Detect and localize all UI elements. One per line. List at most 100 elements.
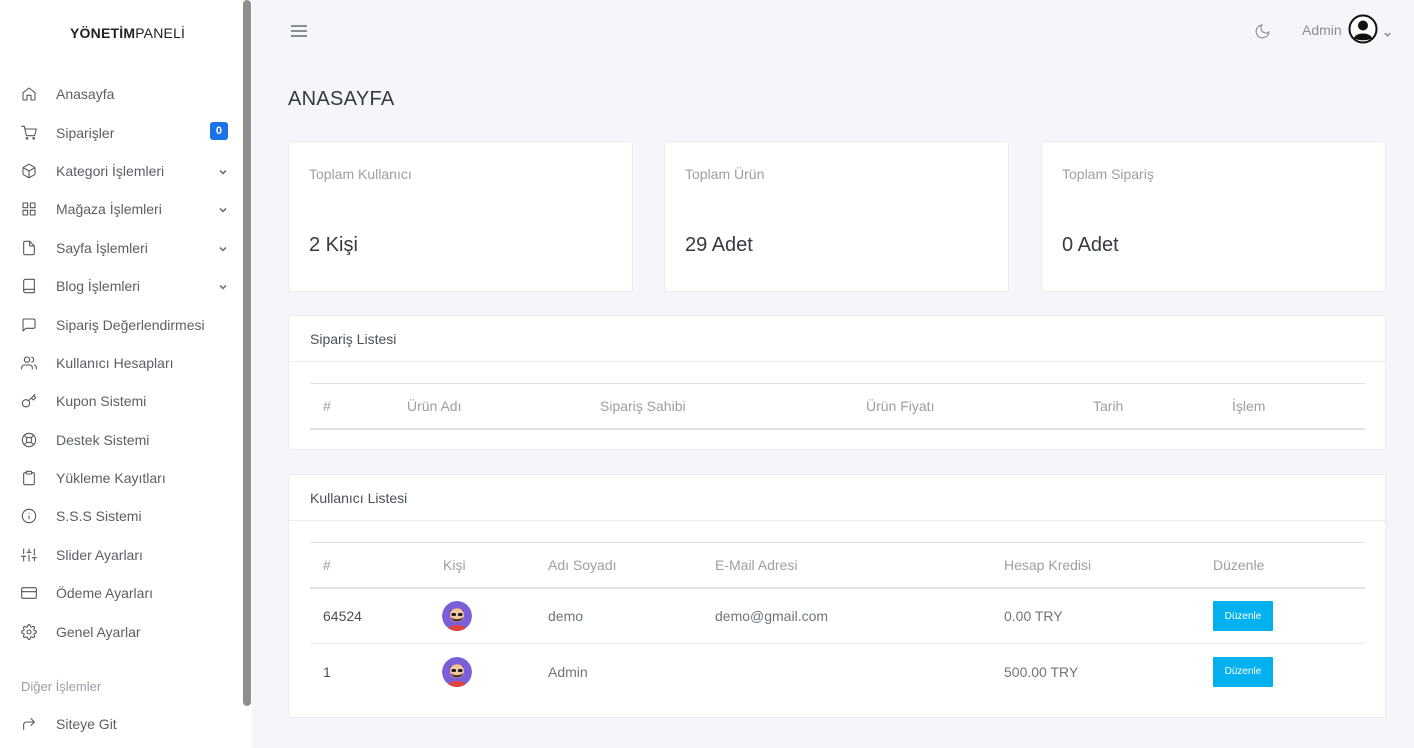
- orders-table: # Ürün Adı Sipariş Sahibi Ürün Fiyatı Ta…: [310, 383, 1365, 430]
- users-card: Kullanıcı Listesi # Kişi Adı Soyadı E-Ma…: [288, 474, 1386, 718]
- chevron-down-icon: [218, 202, 228, 213]
- sidebar-item-s-s-s-sistemi[interactable]: S.S.S Sistemi: [0, 497, 240, 535]
- user-full-name: demo: [548, 608, 584, 624]
- sidebar-item-kullanici-hesaplari[interactable]: Kullanıcı Hesapları: [0, 344, 240, 382]
- chevron-down-icon: [218, 279, 228, 290]
- credit-card-icon: [21, 585, 37, 601]
- key-icon: [21, 393, 37, 409]
- user-name: Admin: [1302, 22, 1342, 38]
- column-header: Adı Soyadı: [548, 557, 617, 573]
- sidebar-item-sayfa-i-slemleri[interactable]: Sayfa İşlemleri: [0, 229, 240, 267]
- user-avatar: [442, 589, 472, 643]
- stat-value: 0 Adet: [1062, 234, 1119, 256]
- sidebar-item-label: Kategori İşlemleri: [56, 162, 165, 179]
- users-icon: [21, 355, 37, 371]
- user-credit: 500.00 TRY: [1004, 663, 1079, 680]
- user-email: demo@gmail.com: [715, 608, 829, 624]
- user-id: 1: [323, 663, 331, 680]
- sidebar-item-anasayfa[interactable]: Anasayfa: [0, 75, 240, 113]
- dark-mode-moon-icon[interactable]: [1254, 23, 1271, 40]
- stat-value: 29 Adet: [685, 234, 753, 256]
- message-square-icon: [21, 317, 37, 333]
- sidebar-item-odeme-ayarlari[interactable]: Ödeme Ayarları: [0, 574, 240, 612]
- sidebar-item-kategori-i-slemleri[interactable]: Kategori İşlemleri: [0, 152, 240, 190]
- orders-card: Sipariş Listesi # Ürün Adı Sipariş Sahib…: [288, 315, 1386, 450]
- life-buoy-icon: [21, 432, 37, 448]
- column-header: #: [323, 398, 331, 414]
- user-credit: 0.00 TRY: [1004, 608, 1063, 624]
- share-arrow-icon: [21, 716, 37, 732]
- sidebar-item-slider-ayarlari[interactable]: Slider Ayarları: [0, 536, 240, 574]
- users-table: # Kişi Adı Soyadı E-Mail Adresi Hesap Kr…: [310, 542, 1365, 699]
- cart-icon: [21, 125, 37, 141]
- menu-toggle-icon[interactable]: [290, 24, 308, 38]
- home-icon: [21, 86, 37, 102]
- column-header: Kişi: [443, 557, 466, 573]
- sidebar-item-label: Slider Ayarları: [56, 546, 143, 563]
- column-header: Düzenle: [1213, 557, 1265, 573]
- table-header: # Kişi Adı Soyadı E-Mail Adresi Hesap Kr…: [310, 542, 1365, 589]
- clipboard-icon: [21, 470, 37, 486]
- edit-user-button[interactable]: Düzenle: [1213, 601, 1273, 631]
- column-header: Ürün Adı: [407, 398, 462, 414]
- brand-light: PANELİ: [135, 25, 186, 41]
- sidebar-item-label: Anasayfa: [56, 86, 115, 103]
- sidebar-item-label: Ödeme Ayarları: [56, 585, 154, 602]
- stat-title: Toplam Kullanıcı: [309, 166, 412, 182]
- sidebar-item-magaza-i-slemleri[interactable]: Mağaza İşlemleri: [0, 190, 240, 228]
- stat-title: Toplam Sipariş: [1062, 166, 1154, 182]
- info-icon: [21, 508, 37, 524]
- column-header: İşlem: [1232, 398, 1266, 414]
- avatar-image-icon: [442, 656, 472, 687]
- column-header: Hesap Kredisi: [1004, 557, 1092, 573]
- sidebar-item-label: Genel Ayarlar: [56, 623, 141, 640]
- sidebar-item-label: Yükleme Kayıtları: [56, 470, 166, 487]
- sidebar-item-yukleme-kayitlari[interactable]: Yükleme Kayıtları: [0, 459, 240, 497]
- sidebar-item-label: Blog İşlemleri: [56, 278, 141, 295]
- brand-logo[interactable]: YÖNETİMPANELİ: [70, 25, 185, 41]
- sidebar-item-blog-i-slemleri[interactable]: Blog İşlemleri: [0, 267, 240, 305]
- sidebar-item-label: S.S.S Sistemi: [56, 508, 142, 525]
- sidebar-item-label: Siparişler: [56, 124, 115, 141]
- box-icon: [21, 163, 37, 179]
- page-title: ANASAYFA: [288, 88, 395, 110]
- settings-icon: [21, 623, 37, 640]
- user-menu[interactable]: Admin: [1302, 14, 1392, 46]
- avatar-image-icon: [442, 601, 472, 631]
- table-row: 1 Admin 500.00 TRY Düzenle: [310, 644, 1365, 699]
- chevron-down-icon: [1383, 26, 1392, 37]
- sidebar-item-label: Sipariş Değerlendirmesi: [56, 316, 205, 333]
- stat-card-orders: Toplam Sipariş 0 Adet: [1041, 141, 1386, 292]
- sidebar: YÖNETİMPANELİ Anasayfa Siparişler 0 Kategor…: [0, 0, 252, 748]
- edit-user-button[interactable]: Düzenle: [1213, 656, 1273, 687]
- sidebar-scrollbar[interactable]: [243, 0, 251, 706]
- user-full-name: Admin: [548, 663, 588, 680]
- sidebar-item-genel-ayarlar[interactable]: Genel Ayarlar: [0, 612, 240, 650]
- chevron-down-icon: [218, 164, 228, 175]
- sidebar-item-kupon-sistemi[interactable]: Kupon Sistemi: [0, 382, 240, 420]
- stat-title: Toplam Ürün: [685, 166, 765, 182]
- stat-card-users: Toplam Kullanıcı 2 Kişi: [288, 141, 633, 292]
- users-card-title: Kullanıcı Listesi: [289, 475, 1385, 521]
- count-badge: 0: [209, 122, 228, 141]
- sidebar-nav-bottom: Siteye Git: [0, 705, 240, 743]
- brand-bold: YÖNETİM: [70, 25, 136, 41]
- user-avatar-icon: [1348, 14, 1378, 47]
- file-icon: [21, 240, 37, 256]
- column-header: Tarih: [1093, 398, 1124, 414]
- sidebar-item-destek-sistemi[interactable]: Destek Sistemi: [0, 421, 240, 459]
- book-icon: [21, 278, 37, 294]
- stat-card-products: Toplam Ürün 29 Adet: [664, 141, 1009, 292]
- column-header: E-Mail Adresi: [715, 557, 798, 573]
- edit-cell: Düzenle: [1213, 589, 1273, 643]
- sidebar-nav: Anasayfa Siparişler 0 Kategori İşlemleri Mağ…: [0, 75, 240, 651]
- sidebar-item-siteye-git[interactable]: Siteye Git: [0, 705, 240, 743]
- table-header: # Ürün Adı Sipariş Sahibi Ürün Fiyatı Ta…: [310, 383, 1365, 430]
- column-header: Ürün Fiyatı: [866, 398, 935, 414]
- sidebar-item-siparis-degerlendirmesi[interactable]: Sipariş Değerlendirmesi: [0, 305, 240, 343]
- sidebar-item-siparisler[interactable]: Siparişler 0: [0, 113, 240, 151]
- column-header: #: [323, 557, 331, 573]
- edit-cell: Düzenle: [1213, 644, 1273, 699]
- sidebar-item-label: Mağaza İşlemleri: [56, 201, 162, 218]
- sidebar-section-title: Diğer İşlemler: [21, 679, 102, 694]
